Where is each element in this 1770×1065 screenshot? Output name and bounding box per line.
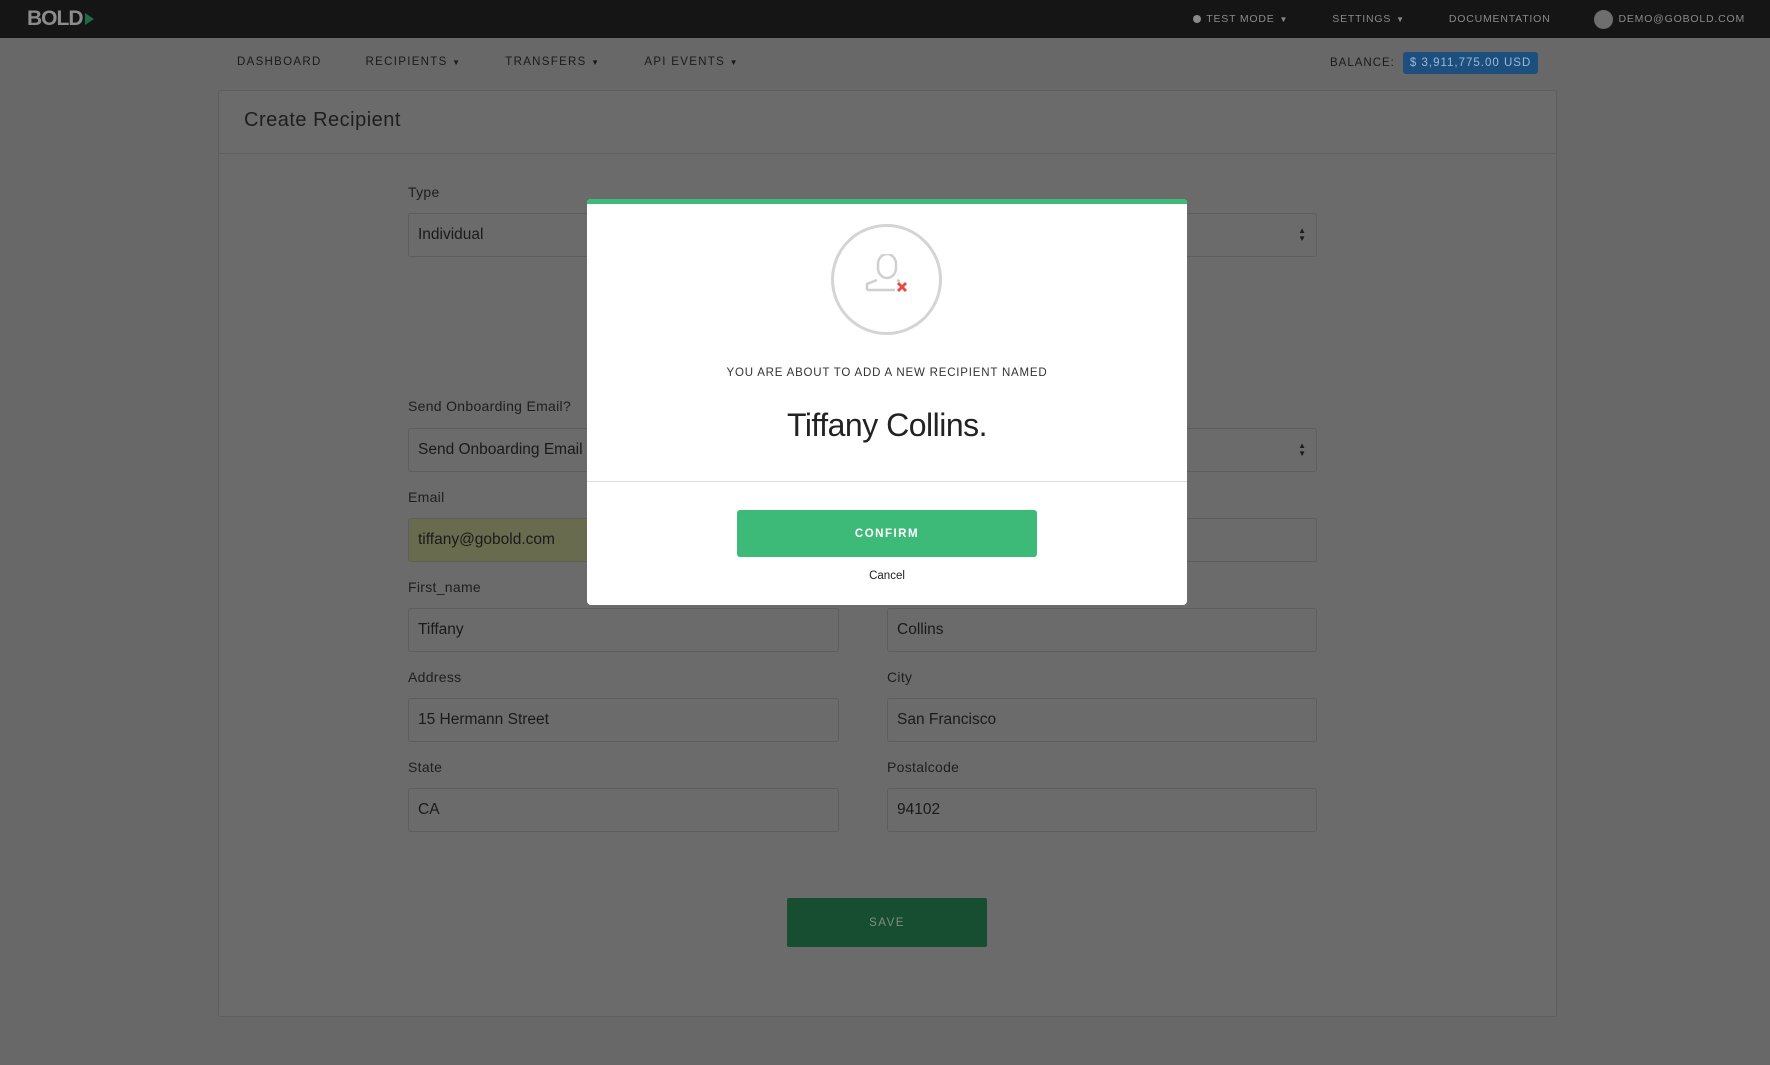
address-field[interactable]: 15 Hermann Street xyxy=(408,698,839,742)
confirm-button[interactable]: CONFIRM xyxy=(737,510,1037,557)
email-label: Email xyxy=(408,489,445,505)
caret-down-icon: ▼ xyxy=(729,58,739,67)
city-field[interactable]: San Francisco xyxy=(887,698,1317,742)
first-name-label: First_name xyxy=(408,579,482,595)
select-arrows-icon: ▲ ▼ xyxy=(1298,441,1306,458)
user-remove-icon xyxy=(831,224,942,335)
state-field[interactable]: CA xyxy=(408,788,839,832)
modal-message: YOU ARE ABOUT TO ADD A NEW RECIPIENT NAM… xyxy=(726,367,1048,379)
select-arrows-icon: ▲ ▼ xyxy=(1298,226,1306,243)
caret-down-icon: ▼ xyxy=(452,58,462,67)
caret-down-icon: ▼ xyxy=(1396,14,1405,24)
logo-play-icon xyxy=(84,13,94,25)
caret-down-icon: ▼ xyxy=(1279,14,1289,24)
modal-accent-bar xyxy=(587,199,1187,204)
postalcode-label: Postalcode xyxy=(887,759,960,775)
top-navbar: BOLD TEST MODE ▼ SETTINGS ▼ DOCUMENTATION … xyxy=(0,0,1770,38)
last-name-field[interactable]: Collins xyxy=(887,608,1317,652)
postalcode-field[interactable]: 94102 xyxy=(887,788,1317,832)
status-dot-icon xyxy=(1193,15,1202,23)
state-label: State xyxy=(408,759,443,775)
sub-navigation: DASHBOARD RECIPIENTS ▼ TRANSFERS ▼ API E… xyxy=(237,56,739,68)
balance-badge: $ 3,911,775.00 USD xyxy=(1402,52,1539,74)
type-label: Type xyxy=(408,184,440,200)
nav-recipients[interactable]: RECIPIENTS ▼ xyxy=(366,56,462,68)
cancel-link[interactable]: Cancel xyxy=(587,570,1187,582)
caret-down-icon: ▼ xyxy=(591,58,601,67)
recipient-name: Tiffany Collins. xyxy=(786,407,988,443)
nav-transfers[interactable]: TRANSFERS ▼ xyxy=(505,56,600,68)
test-mode-menu[interactable]: TEST MODE ▼ xyxy=(1193,13,1288,25)
first-name-field[interactable]: Tiffany xyxy=(408,608,839,652)
confirm-recipient-modal: YOU ARE ABOUT TO ADD A NEW RECIPIENT NAM… xyxy=(587,199,1187,605)
onboarding-label: Send Onboarding Email? xyxy=(408,398,572,414)
nav-api-events[interactable]: API EVENTS ▼ xyxy=(644,56,738,68)
address-label: Address xyxy=(408,669,462,685)
nav-dashboard[interactable]: DASHBOARD xyxy=(237,56,322,68)
balance-label: BALANCE: xyxy=(1330,57,1395,69)
balance: BALANCE: $ 3,911,775.00 USD xyxy=(1330,52,1539,74)
logo[interactable]: BOLD xyxy=(27,7,94,31)
page-title: Create Recipient xyxy=(244,109,401,131)
user-menu[interactable]: DEMO@GOBOLD.COM xyxy=(1594,9,1745,29)
avatar xyxy=(1594,9,1614,29)
divider xyxy=(587,481,1187,482)
documentation-link[interactable]: DOCUMENTATION xyxy=(1449,13,1551,25)
divider xyxy=(219,153,1556,154)
save-button[interactable]: SAVE xyxy=(787,898,987,947)
city-label: City xyxy=(887,669,913,685)
settings-menu[interactable]: SETTINGS ▼ xyxy=(1332,13,1405,25)
